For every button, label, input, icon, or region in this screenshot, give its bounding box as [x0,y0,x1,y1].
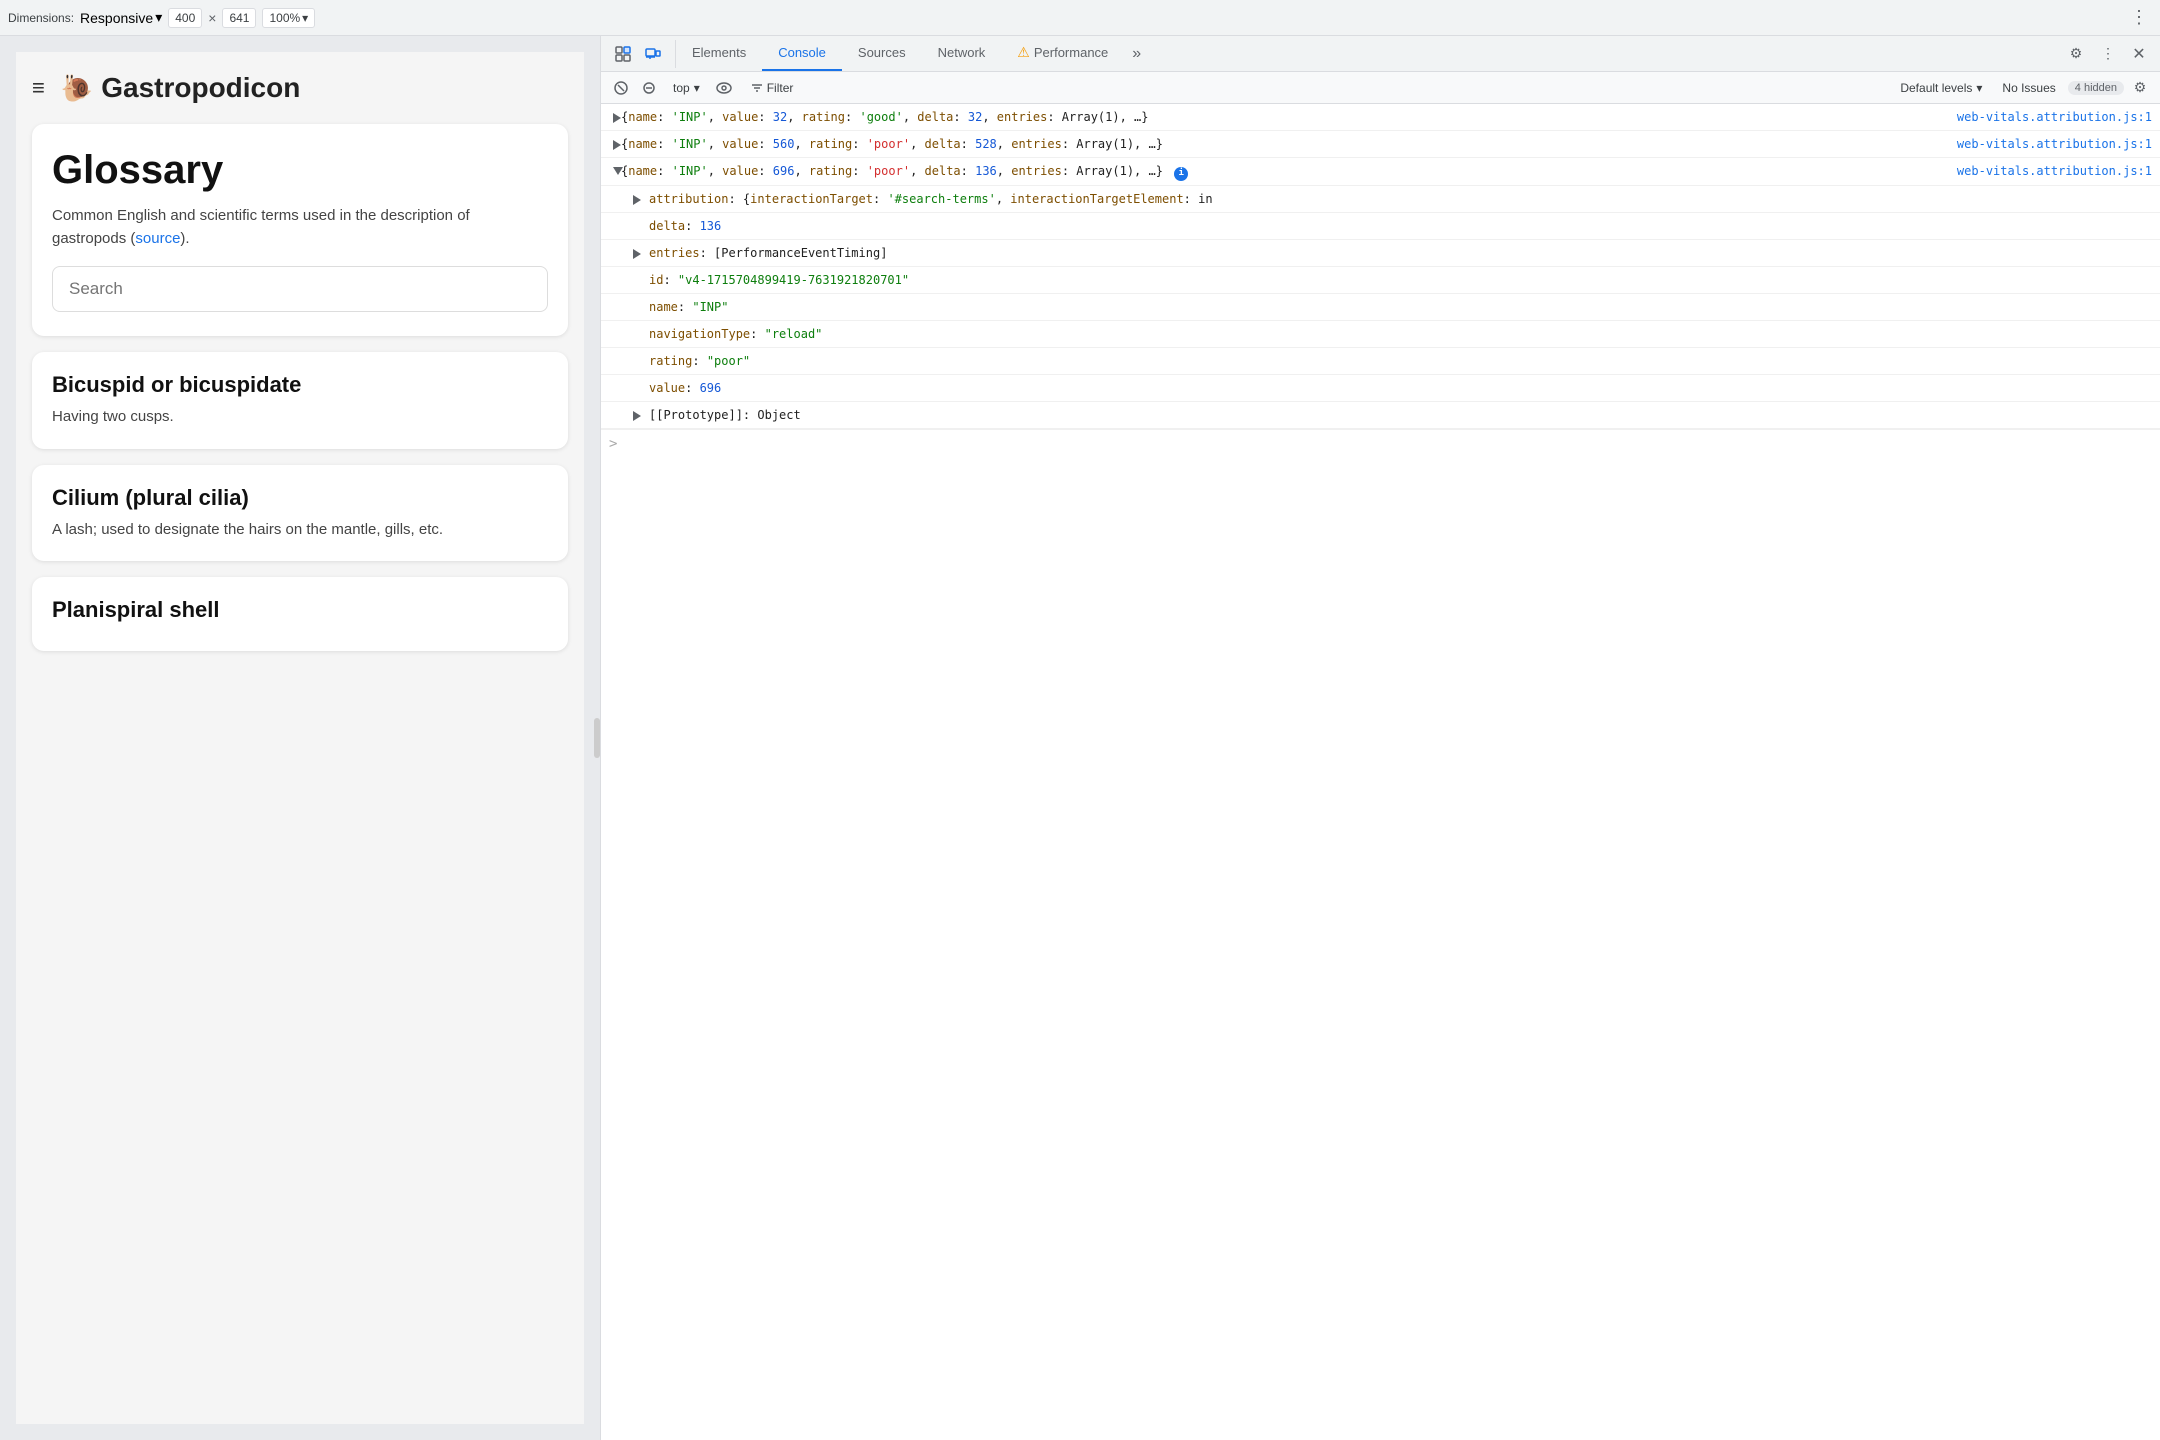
performance-warning-icon: ⚠ [1017,44,1030,61]
term-title-cilium: Cilium (plural cilia) [52,485,548,511]
stop-recording-icon[interactable] [637,76,661,100]
console-prompt[interactable]: > [601,429,2160,458]
source-link[interactable]: source [135,230,180,247]
inspect-element-icon[interactable] [609,40,637,68]
devtools-tabs: Elements Console Sources Network ⚠ Perfo… [676,36,2054,71]
settings-icon[interactable]: ⚙ [2062,40,2090,68]
device-toolbar-icon[interactable] [639,40,667,68]
expand-entries-icon[interactable] [633,249,641,259]
tab-network[interactable]: Network [922,36,1002,71]
glossary-title: Glossary [52,148,548,193]
main-container: ≡ 🐌 Gastropodicon Glossary Common Englis… [0,36,2160,1440]
close-devtools-icon[interactable]: ✕ [2126,41,2152,67]
console-line-2: {name: 'INP', value: 560, rating: 'poor'… [601,131,2160,158]
expand-icon-2[interactable] [613,140,621,150]
dimensions-dropdown[interactable]: Responsive ▾ [80,9,162,26]
tab-sources[interactable]: Sources [842,36,922,71]
toolbar-more-icon[interactable]: ⋮ [2126,7,2152,28]
devtools-toolbar-icons [601,40,676,68]
console-attr-prototype: [[Prototype]]: Object [601,402,2160,429]
no-issues-label: No Issues [1994,81,2063,95]
webpage-content: ≡ 🐌 Gastropodicon Glossary Common Englis… [16,52,584,1424]
search-input[interactable] [52,266,548,312]
term-title-planispiral: Planispiral shell [52,597,548,623]
console-attr-navtype: navigationType: "reload" [601,321,2160,348]
dimensions-text: Dimensions: [8,11,74,25]
console-group-3: {name: 'INP', value: 696, rating: 'poor'… [601,158,2160,429]
console-attr-value: value: 696 [601,375,2160,402]
console-line-1: {name: 'INP', value: 32, rating: 'good',… [601,104,2160,131]
term-card-bicuspid: Bicuspid or bicuspidate Having two cusps… [32,352,568,449]
more-options-icon[interactable]: ⋮ [2094,40,2122,68]
console-attr-name: name: "INP" [601,294,2160,321]
snail-icon: 🐌 [61,73,93,104]
devtools-panel: Elements Console Sources Network ⚠ Perfo… [600,36,2160,1440]
term-desc-cilium: A lash; used to designate the hairs on t… [52,519,548,542]
tab-performance[interactable]: ⚠ Performance [1001,36,1124,71]
console-link-2[interactable]: web-vitals.attribution.js:1 [1957,135,2152,153]
glossary-card: Glossary Common English and scientific t… [32,124,568,336]
expand-attribution-icon[interactable] [633,195,641,205]
height-input[interactable]: 641 [222,8,256,28]
term-desc-bicuspid: Having two cusps. [52,406,548,429]
console-attr-entries: entries: [PerformanceEventTiming] [601,240,2160,267]
site-header: ≡ 🐌 Gastropodicon [32,72,568,104]
site-logo: 🐌 Gastropodicon [61,72,301,104]
log-level-selector[interactable]: Default levels ▾ [1892,79,1990,97]
console-output: {name: 'INP', value: 32, rating: 'good',… [601,104,2160,1440]
tab-console[interactable]: Console [762,36,842,71]
devtools-topbar-right: ⚙ ⋮ ✕ [2054,40,2160,68]
eye-icon[interactable] [712,76,736,100]
tab-elements[interactable]: Elements [676,36,762,71]
hidden-count-badge: 4 hidden [2068,81,2124,95]
tabs-more-icon[interactable]: » [1124,45,1149,63]
expand-prototype-icon[interactable] [633,411,641,421]
console-link-3[interactable]: web-vitals.attribution.js:1 [1957,162,2152,180]
console-attr-delta: delta: 136 [601,213,2160,240]
hamburger-menu-icon[interactable]: ≡ [32,75,45,101]
webpage-panel: ≡ 🐌 Gastropodicon Glossary Common Englis… [0,36,600,1440]
console-line-3-header: {name: 'INP', value: 696, rating: 'poor'… [601,158,2160,186]
dimensions-label: Dimensions: [8,11,74,25]
prompt-chevron-icon: > [609,436,617,452]
toolbar-left: Dimensions: Responsive ▾ 400 × 641 100% … [8,8,2122,28]
panel-resize-handle[interactable] [594,718,600,758]
term-card-planispiral: Planispiral shell [32,577,568,651]
dimensions-chevron: ▾ [155,9,162,26]
term-title-bicuspid: Bicuspid or bicuspidate [52,372,548,398]
console-settings-icon[interactable]: ⚙ [2128,76,2152,100]
console-link-1[interactable]: web-vitals.attribution.js:1 [1957,108,2152,126]
console-attr-attribution: attribution: {interactionTarget: '#searc… [601,186,2160,213]
filter-button[interactable]: Filter [740,78,805,98]
clear-console-icon[interactable] [609,76,633,100]
glossary-description: Common English and scientific terms used… [52,205,548,250]
width-input[interactable]: 400 [168,8,202,28]
devtools-secondbar: top ▾ Filter Default levels [601,72,2160,104]
console-attr-rating: rating: "poor" [601,348,2160,375]
devtools-topbar: Elements Console Sources Network ⚠ Perfo… [601,36,2160,72]
expand-icon-1[interactable] [613,113,621,123]
times-symbol: × [208,10,216,26]
context-selector[interactable]: top ▾ [665,79,708,97]
console-attr-id: id: "v4-1715704899419-7631921820701" [601,267,2160,294]
zoom-selector[interactable]: 100% ▾ [262,8,315,28]
info-icon-3: i [1174,167,1188,181]
site-name: Gastropodicon [101,72,300,104]
term-card-cilium: Cilium (plural cilia) A lash; used to de… [32,465,568,562]
top-toolbar: Dimensions: Responsive ▾ 400 × 641 100% … [0,0,2160,36]
dimensions-type: Responsive [80,10,153,26]
